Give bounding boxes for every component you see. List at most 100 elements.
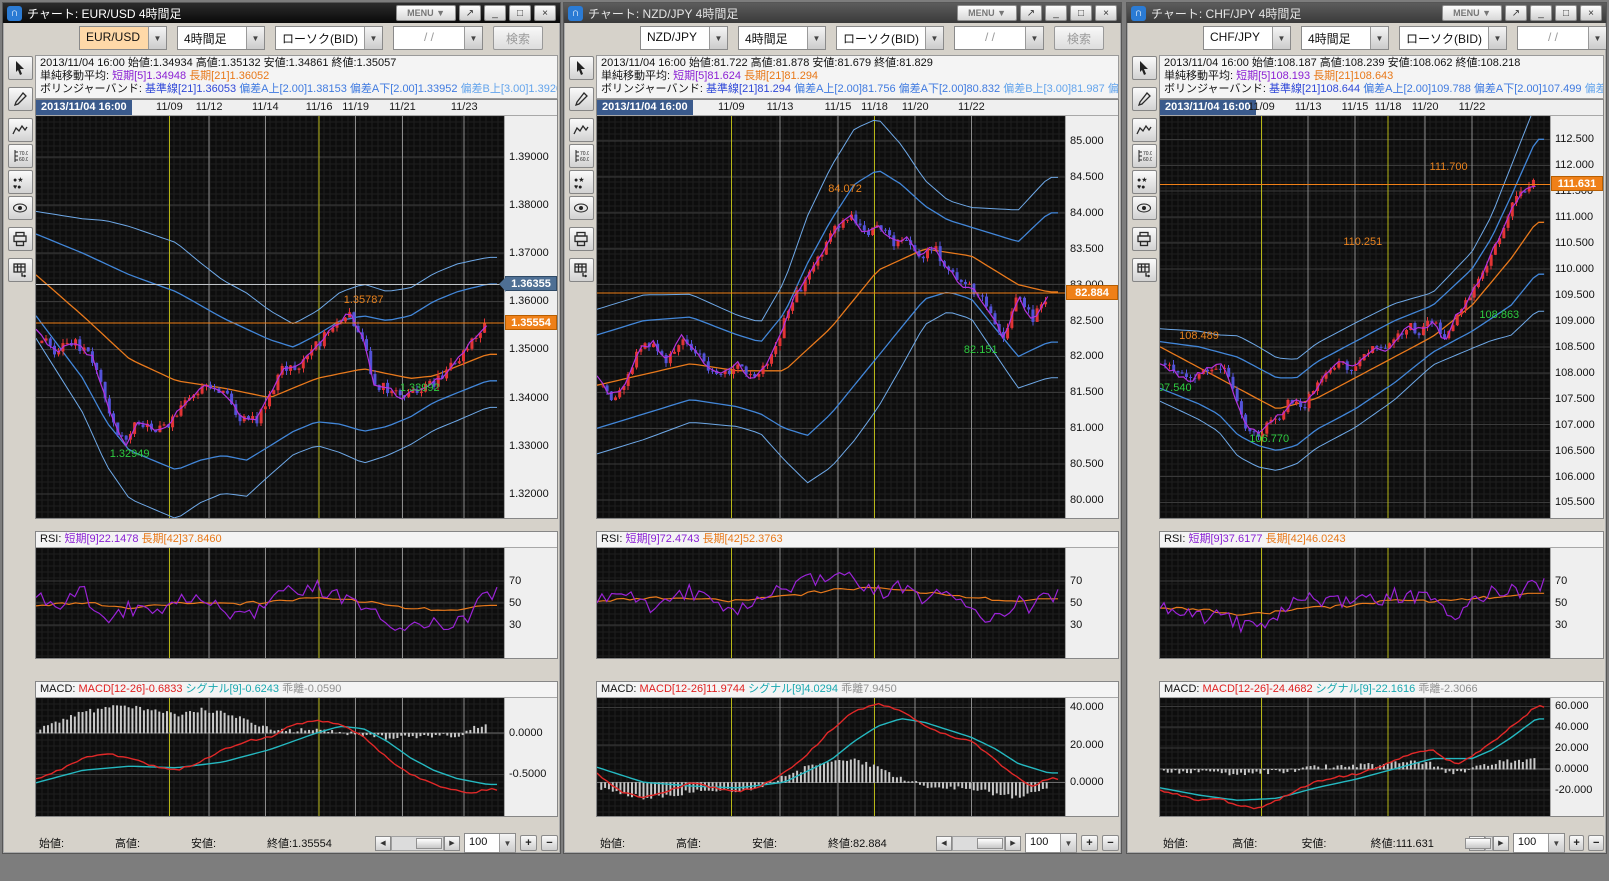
draw-tool-button[interactable] xyxy=(1132,87,1157,111)
pair-select[interactable]: NZD/JPY ▼ xyxy=(640,26,728,50)
cursor-tool-button[interactable] xyxy=(569,56,594,80)
date-input[interactable]: / / ▼ xyxy=(393,26,483,50)
text-segment: 長期[21]108.643 xyxy=(1313,70,1393,82)
scale-tool-button[interactable]: 70.060.0 xyxy=(1132,144,1157,168)
toolbar: CHF/JPY ▼ 4時間足 ▼ ローソク(BID) ▼ / / ▼ 検索 xyxy=(1127,23,1606,53)
price-axis-label: 112.000 xyxy=(1555,159,1594,171)
pin-button[interactable]: ↗ xyxy=(459,5,481,21)
pin-button[interactable]: ↗ xyxy=(1020,5,1042,21)
rsi-plot[interactable] xyxy=(597,548,1065,658)
date-input[interactable]: / / ▼ xyxy=(1517,26,1607,50)
scroll-track[interactable] xyxy=(1485,836,1493,851)
printer-icon[interactable] xyxy=(1132,227,1157,251)
scroll-thumb[interactable] xyxy=(416,838,442,849)
macd-plot[interactable] xyxy=(36,698,504,816)
bar-count-select[interactable]: 100 ▼ xyxy=(1513,833,1565,853)
horizontal-scrollbar[interactable]: ◀ ▶ xyxy=(375,836,460,851)
scroll-track[interactable] xyxy=(391,836,444,851)
search-button[interactable]: 検索 xyxy=(493,26,543,50)
price-plot[interactable]: 111.700110.251108.489108.863107.540106.7… xyxy=(1160,116,1550,518)
minimize-button[interactable]: _ xyxy=(484,5,506,21)
maximize-button[interactable]: □ xyxy=(509,5,531,21)
text-segment: 偏差A下[2.00]1.33952 xyxy=(350,83,461,95)
line-chart-icon[interactable] xyxy=(1132,118,1157,142)
bar-count-select[interactable]: 100 ▼ xyxy=(464,833,516,853)
scale-tool-button[interactable]: 70.060.0 xyxy=(569,144,594,168)
scroll-thumb[interactable] xyxy=(977,838,1003,849)
scroll-left-button[interactable]: ◀ xyxy=(375,836,391,851)
pair-select[interactable]: EUR/USD ▼ xyxy=(79,26,167,50)
marks-tool-button[interactable]: ●★♥● xyxy=(1132,170,1157,194)
close-button[interactable]: × xyxy=(1095,5,1117,21)
zoom-in-button[interactable]: + xyxy=(1081,835,1098,851)
scroll-right-button[interactable]: ▶ xyxy=(1493,836,1509,851)
macd-plot[interactable] xyxy=(1160,698,1550,816)
zoom-in-button[interactable]: + xyxy=(1569,835,1585,851)
eye-icon[interactable] xyxy=(1132,196,1157,220)
price-type-select[interactable]: ローソク(BID) ▼ xyxy=(275,26,383,50)
price-plot[interactable]: 84.07282.151 xyxy=(597,116,1065,518)
draw-tool-button[interactable] xyxy=(8,87,33,111)
timeframe-select[interactable]: 4時間足 ▼ xyxy=(177,26,265,50)
scroll-right-button[interactable]: ▶ xyxy=(444,836,460,851)
text-segment: 偏差A上[2.00]1.38153 xyxy=(239,83,350,95)
marks-tool-button[interactable]: ●★♥● xyxy=(8,170,33,194)
menu-button[interactable]: MENU ▼ xyxy=(957,5,1017,21)
price-axis-label: 82.000 xyxy=(1070,350,1104,362)
menu-button[interactable]: MENU ▼ xyxy=(396,5,456,21)
timeframe-select[interactable]: 4時間足 ▼ xyxy=(738,26,826,50)
close-button[interactable]: × xyxy=(534,5,556,21)
maximize-button[interactable]: □ xyxy=(1070,5,1092,21)
price-type-select[interactable]: ローソク(BID) ▼ xyxy=(1399,26,1507,50)
svg-text:●★: ●★ xyxy=(13,176,24,184)
scroll-left-button[interactable]: ◀ xyxy=(936,836,952,851)
rsi-plot[interactable] xyxy=(1160,548,1550,658)
titlebar[interactable]: ∩ チャート: CHF/JPY 4時間足 MENU ▼ ↗ _ □ × xyxy=(1127,3,1606,23)
marks-tool-button[interactable]: ●★♥● xyxy=(569,170,594,194)
line-chart-icon[interactable] xyxy=(8,118,33,142)
pin-button[interactable]: ↗ xyxy=(1505,5,1527,21)
maximize-button[interactable]: □ xyxy=(1555,5,1577,21)
menu-button[interactable]: MENU ▼ xyxy=(1442,5,1502,21)
grid-save-icon[interactable] xyxy=(569,258,594,282)
rsi-plot[interactable] xyxy=(36,548,504,658)
cursor-tool-button[interactable] xyxy=(1132,56,1157,80)
macd-plot[interactable] xyxy=(597,698,1065,816)
printer-icon[interactable] xyxy=(569,227,594,251)
line-chart-icon[interactable] xyxy=(569,118,594,142)
minimize-button[interactable]: _ xyxy=(1045,5,1067,21)
price-type-select[interactable]: ローソク(BID) ▼ xyxy=(836,26,944,50)
price-plot[interactable]: 1.357871.339921.32949 xyxy=(36,116,504,518)
scroll-right-button[interactable]: ▶ xyxy=(1005,836,1021,851)
close-button[interactable]: × xyxy=(1580,5,1602,21)
macd-header: MACD: MACD[12-26]11.9744 シグナル[9]4.0294 乖… xyxy=(597,682,1118,698)
grid-save-icon[interactable] xyxy=(8,258,33,282)
text-segment: 短期[5]1.34948 xyxy=(112,70,189,82)
zoom-out-button[interactable]: − xyxy=(1102,835,1119,851)
close-label: 終値:111.631 xyxy=(1371,835,1465,851)
zoom-out-button[interactable]: − xyxy=(541,835,558,851)
date-input[interactable]: / / ▼ xyxy=(954,26,1044,50)
bar-count-select[interactable]: 100 ▼ xyxy=(1025,833,1077,853)
search-button[interactable]: 検索 xyxy=(1054,26,1104,50)
titlebar[interactable]: ∩ チャート: EUR/USD 4時間足 MENU ▼ ↗ _ □ × xyxy=(3,3,560,23)
zoom-in-button[interactable]: + xyxy=(520,835,537,851)
minimize-button[interactable]: _ xyxy=(1530,5,1552,21)
bottom-bar: 始値: 高値: 安値: 終値:82.884 ◀ ▶ 100 ▼ xyxy=(596,833,1119,853)
grid-save-icon[interactable] xyxy=(1132,258,1157,282)
pair-select[interactable]: CHF/JPY ▼ xyxy=(1203,26,1291,50)
eye-icon[interactable] xyxy=(8,196,33,220)
horizontal-scrollbar[interactable]: ◀ ▶ xyxy=(1469,836,1509,851)
timeframe-select[interactable]: 4時間足 ▼ xyxy=(1301,26,1389,50)
titlebar[interactable]: ∩ チャート: NZD/JPY 4時間足 MENU ▼ ↗ _ □ × xyxy=(564,3,1121,23)
zoom-out-button[interactable]: − xyxy=(1588,835,1604,851)
text-segment: 短期[9]72.4743 xyxy=(625,533,702,545)
scroll-thumb[interactable] xyxy=(1465,838,1491,849)
horizontal-scrollbar[interactable]: ◀ ▶ xyxy=(936,836,1021,851)
draw-tool-button[interactable] xyxy=(569,87,594,111)
eye-icon[interactable] xyxy=(569,196,594,220)
printer-icon[interactable] xyxy=(8,227,33,251)
scale-tool-button[interactable]: 70.060.0 xyxy=(8,144,33,168)
cursor-tool-button[interactable] xyxy=(8,56,33,80)
scroll-track[interactable] xyxy=(952,836,1005,851)
